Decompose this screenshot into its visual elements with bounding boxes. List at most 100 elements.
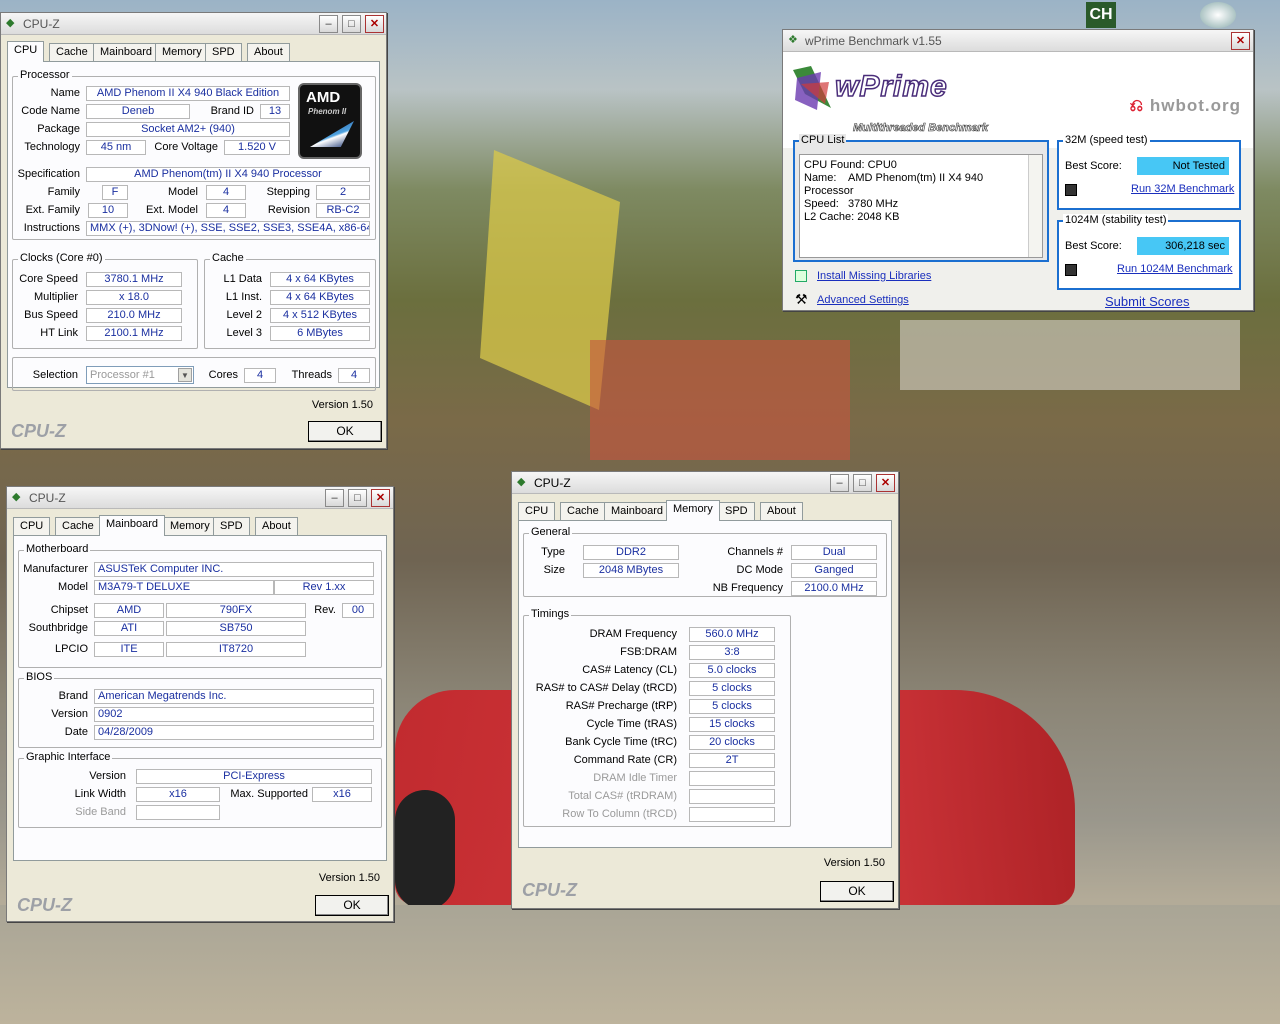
- version-label: Version 1.50: [823, 857, 885, 869]
- maximize-button[interactable]: □: [853, 474, 872, 492]
- tab-memory[interactable]: Memory: [155, 43, 209, 61]
- cpuz-brand: CPU-Z: [17, 895, 72, 915]
- desktop-icon-ch[interactable]: CH: [1086, 2, 1116, 28]
- ok-button[interactable]: OK: [308, 421, 382, 442]
- install-libraries-link[interactable]: Install Missing Libraries: [817, 270, 931, 282]
- timing-value: 2T: [689, 753, 775, 768]
- processor-select[interactable]: Processor #1 ▼: [86, 366, 194, 384]
- tab-spd[interactable]: SPD: [718, 502, 755, 520]
- htlink-value: 2100.1 MHz: [86, 326, 182, 341]
- model-label: Model: [58, 581, 88, 593]
- title-bar[interactable]: ◆ CPU-Z – □ ✕: [512, 472, 898, 494]
- tab-cpu[interactable]: CPU: [13, 517, 51, 535]
- extmodel-value: 4: [206, 203, 246, 218]
- group-label: Processor: [18, 69, 72, 81]
- tab-mainboard[interactable]: Mainboard: [93, 43, 159, 61]
- tab-cache[interactable]: Cache: [49, 43, 95, 61]
- tab-cache[interactable]: Cache: [55, 517, 101, 535]
- corevoltage-label: Core Voltage: [154, 141, 218, 153]
- type-label: Type: [541, 546, 565, 558]
- cpuz-app-icon: ◆: [517, 476, 526, 488]
- run-32m-link[interactable]: Run 32M Benchmark: [1131, 183, 1234, 195]
- close-button[interactable]: ✕: [371, 489, 390, 507]
- threads-label: Threads: [291, 369, 332, 381]
- tab-spd[interactable]: SPD: [205, 43, 242, 61]
- minimize-button[interactable]: –: [830, 474, 849, 492]
- corespeed-value: 3780.1 MHz: [86, 272, 182, 287]
- save-icon[interactable]: [1065, 264, 1077, 276]
- gi-version-label: Version: [89, 770, 126, 782]
- stepping-label: Stepping: [266, 186, 310, 198]
- maximize-button[interactable]: □: [348, 489, 367, 507]
- tab-cpu[interactable]: CPU: [518, 502, 556, 520]
- title-bar[interactable]: ◆ CPU-Z – □ ✕: [7, 487, 393, 509]
- title-bar[interactable]: ◆ CPU-Z – □ ✕: [1, 13, 386, 35]
- timing-label: Cycle Time (tRAS): [586, 718, 677, 730]
- title-bar[interactable]: ❖ wPrime Benchmark v1.55 ✕: [783, 30, 1253, 52]
- tab-about[interactable]: About: [247, 43, 290, 61]
- cpu-list-text[interactable]: CPU Found: CPU0 Name: AMD Phenom(tm) II …: [799, 154, 1043, 258]
- tab-spd[interactable]: SPD: [213, 517, 250, 535]
- brandid-label: Brand ID: [210, 105, 254, 117]
- window-title: CPU-Z: [29, 491, 66, 505]
- wprime-logo-icon: [793, 66, 831, 110]
- lpcio-vendor: ITE: [94, 642, 164, 657]
- advanced-settings-link[interactable]: Advanced Settings: [817, 294, 909, 306]
- tab-mainboard[interactable]: Mainboard: [99, 515, 165, 536]
- tab-memory[interactable]: Memory: [666, 500, 720, 521]
- best-score-label: Best Score:: [1065, 160, 1122, 172]
- tab-cache[interactable]: Cache: [560, 502, 606, 520]
- save-icon[interactable]: [1065, 184, 1077, 196]
- package-value: Socket AM2+ (940): [86, 122, 290, 137]
- timing-label: RAS# to CAS# Delay (tRCD): [535, 682, 677, 694]
- tab-mainboard[interactable]: Mainboard: [604, 502, 670, 520]
- codename-label: Code Name: [21, 105, 80, 117]
- tab-memory[interactable]: Memory: [163, 517, 217, 535]
- level3-value: 6 MBytes: [270, 326, 370, 341]
- cpu-list-line: Speed: 3780 MHz: [804, 198, 899, 210]
- extmodel-label: Ext. Model: [146, 204, 198, 216]
- close-button[interactable]: ✕: [1231, 32, 1250, 50]
- close-button[interactable]: ✕: [876, 474, 895, 492]
- desktop-icon-2[interactable]: [1200, 2, 1236, 28]
- wprime-logo-text: wPrime: [834, 69, 948, 104]
- scrollbar[interactable]: [1028, 155, 1042, 257]
- revision-value: RB-C2: [316, 203, 370, 218]
- group-label: BIOS: [24, 671, 55, 683]
- install-icon: [795, 270, 807, 282]
- timing-value: 560.0 MHz: [689, 627, 775, 642]
- family-label: Family: [47, 186, 80, 198]
- busspeed-label: Bus Speed: [24, 309, 78, 321]
- minimize-button[interactable]: –: [319, 15, 338, 33]
- maximize-button[interactable]: □: [342, 15, 361, 33]
- test32-box: 32M (speed test) Best Score: Not Tested …: [1057, 134, 1241, 210]
- timing-label: Bank Cycle Time (tRC): [565, 736, 677, 748]
- tab-about[interactable]: About: [255, 517, 298, 535]
- level2-label: Level 2: [226, 309, 262, 321]
- spec-label: Specification: [17, 168, 80, 180]
- amd-logo-text: AMD: [306, 89, 341, 106]
- ok-button[interactable]: OK: [820, 881, 894, 902]
- amd-phenom-logo: AMD Phenom II: [298, 83, 362, 159]
- minimize-button[interactable]: –: [325, 489, 344, 507]
- timing-value: [689, 789, 775, 804]
- cpu-list-line: L2 Cache: 2048 KB: [804, 211, 900, 223]
- southbridge-value: SB750: [166, 621, 306, 636]
- memory-panel: General Type DDR2 Size 2048 MBytes Chann…: [518, 520, 892, 869]
- close-button[interactable]: ✕: [365, 15, 384, 33]
- ok-button[interactable]: OK: [315, 895, 389, 916]
- name-label: Name: [50, 87, 80, 99]
- submit-scores-link[interactable]: Submit Scores: [1105, 294, 1190, 309]
- tab-cpu[interactable]: CPU: [7, 41, 45, 62]
- tab-about[interactable]: About: [760, 502, 803, 520]
- l1inst-value: 4 x 64 KBytes: [270, 290, 370, 305]
- run-1024m-link[interactable]: Run 1024M Benchmark: [1117, 263, 1233, 275]
- type-value: DDR2: [583, 545, 679, 560]
- wrench-icon: ⚒: [795, 291, 808, 307]
- cpu-list-line: Name: AMD Phenom(tm) II X4 940: [804, 172, 984, 184]
- group-label: Clocks (Core #0): [18, 252, 105, 264]
- multiplier-label: Multiplier: [33, 291, 78, 303]
- timing-label: Total CAS# (tRDRAM): [568, 790, 677, 802]
- timing-label: CAS# Latency (CL): [582, 664, 677, 676]
- chevron-down-icon[interactable]: ▼: [178, 368, 192, 382]
